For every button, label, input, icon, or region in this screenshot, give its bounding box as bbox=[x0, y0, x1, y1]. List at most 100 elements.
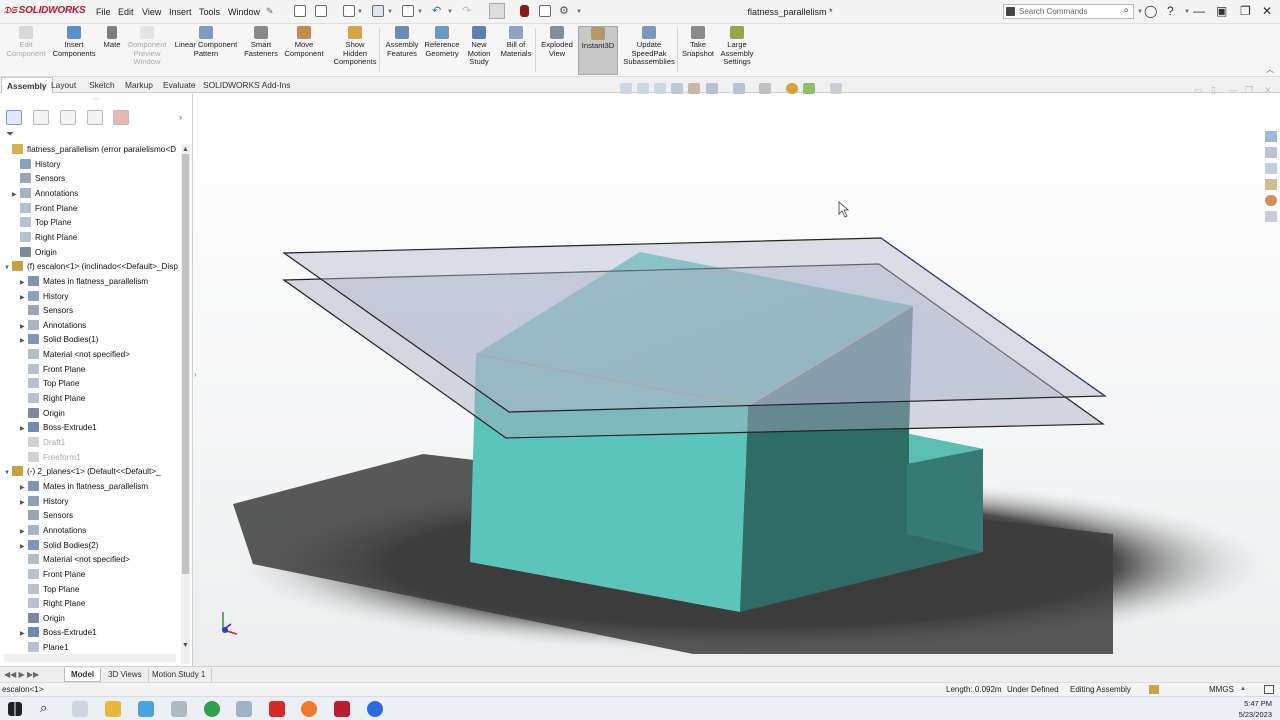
chevron-down-icon[interactable]: ▼ bbox=[447, 9, 453, 15]
display-style-icon[interactable] bbox=[733, 83, 745, 94]
tab-addins[interactable]: SOLIDWORKS Add-Ins bbox=[198, 77, 296, 93]
menu-view[interactable]: View bbox=[142, 7, 161, 17]
dynamic-annotation-icon[interactable] bbox=[688, 83, 700, 94]
tree-item[interactable]: Sensors bbox=[20, 509, 73, 523]
user-icon[interactable]: ◯ bbox=[1144, 4, 1157, 18]
snapshot-button[interactable]: Take Snapshot bbox=[680, 26, 716, 58]
speedpak-button[interactable]: Update SpeedPak Subassemblies bbox=[622, 26, 676, 67]
model-view[interactable] bbox=[193, 94, 1280, 666]
edit-appearance-icon[interactable] bbox=[786, 83, 798, 94]
view-palette-icon[interactable] bbox=[1265, 179, 1277, 190]
tab-markup[interactable]: Markup bbox=[120, 77, 158, 93]
tree-item[interactable]: Sensors bbox=[12, 172, 65, 186]
show-hidden-button[interactable]: Show Hidden Components bbox=[332, 26, 378, 67]
assembly-features-button[interactable]: Assembly Features bbox=[382, 26, 422, 58]
reference-geometry-button[interactable]: Reference Geometry bbox=[422, 26, 462, 58]
filter-icon[interactable]: ⏷ bbox=[6, 129, 14, 140]
appearances-icon[interactable] bbox=[1265, 195, 1277, 206]
tile-view-icon[interactable]: ▭ bbox=[1194, 85, 1203, 96]
tree-item[interactable]: Material <not specified> bbox=[20, 348, 130, 362]
app-icon[interactable] bbox=[171, 701, 187, 717]
expand-arrow-icon[interactable]: ▶ bbox=[20, 320, 28, 334]
tree-item[interactable]: ▶ Annotations bbox=[20, 524, 86, 538]
collapse-arrow-icon[interactable]: ▼ bbox=[4, 466, 12, 480]
menu-file[interactable]: File bbox=[96, 7, 111, 17]
open-icon[interactable] bbox=[343, 5, 355, 17]
menu-insert[interactable]: Insert bbox=[169, 7, 192, 17]
tree-item[interactable]: Top Plane bbox=[20, 583, 79, 597]
expand-arrow-icon[interactable]: ▶ bbox=[20, 540, 28, 554]
tree-item[interactable]: Front Plane bbox=[20, 363, 85, 377]
calculator-icon[interactable] bbox=[236, 701, 252, 717]
tree-item[interactable]: Sensors bbox=[20, 304, 73, 318]
chevron-down-icon[interactable]: ▼ bbox=[1184, 9, 1190, 15]
rebuild-icon[interactable] bbox=[520, 5, 529, 17]
select-icon[interactable] bbox=[489, 3, 505, 19]
acrobat-icon[interactable] bbox=[269, 701, 285, 717]
panel-grip-icon[interactable]: ⋯ bbox=[93, 96, 99, 103]
tree-item[interactable]: ▶ Mates in flatness_parallelism bbox=[20, 480, 148, 494]
solidworks-logo[interactable]: 𝔇𝔖 SOLIDWORKS bbox=[4, 5, 86, 16]
doc-close-icon[interactable]: ✕ bbox=[1264, 85, 1272, 96]
menu-tools[interactable]: Tools bbox=[199, 7, 220, 17]
exploded-view-button[interactable]: Exploded View bbox=[538, 26, 576, 58]
tree-item[interactable]: Top Plane bbox=[12, 216, 71, 230]
tree-item[interactable]: ▶ Mates in flatness_parallelism bbox=[20, 275, 148, 289]
tree-item[interactable]: ▶ History bbox=[20, 290, 68, 304]
scroll-up-icon[interactable]: ▲ bbox=[182, 146, 189, 153]
customize-status-icon[interactable] bbox=[1264, 685, 1274, 694]
tab-3d-views[interactable]: 3D Views bbox=[102, 668, 149, 682]
tree-item[interactable]: History bbox=[12, 158, 60, 172]
chrome-icon[interactable] bbox=[204, 701, 220, 717]
menu-window[interactable]: Window bbox=[228, 7, 260, 17]
scrollbar-thumb[interactable] bbox=[182, 154, 189, 574]
tab-nav-arrows-icon[interactable]: ◀◀ ▶ ▶▶ bbox=[4, 670, 39, 679]
chevron-up-icon[interactable]: ▲ bbox=[1240, 686, 1246, 692]
display-manager-tab-icon[interactable] bbox=[113, 110, 129, 125]
zoom-icon[interactable] bbox=[367, 701, 383, 717]
tree-item[interactable]: Top Plane bbox=[20, 377, 79, 391]
file-explorer-icon[interactable] bbox=[105, 701, 121, 717]
reference-plane-upper[interactable] bbox=[282, 237, 1107, 413]
chevron-down-icon[interactable]: ▼ bbox=[576, 9, 582, 15]
chevron-down-icon[interactable]: ▼ bbox=[357, 9, 363, 15]
home-icon[interactable] bbox=[294, 5, 306, 17]
hide-show-icon[interactable] bbox=[759, 83, 771, 94]
expand-arrow-icon[interactable]: ▶ bbox=[20, 627, 28, 641]
panel-collapse-icon[interactable]: › bbox=[194, 370, 197, 379]
expand-arrow-icon[interactable]: ▶ bbox=[20, 334, 28, 348]
chevron-down-icon[interactable]: ▼ bbox=[417, 9, 423, 15]
move-component-button[interactable]: Move Component bbox=[282, 26, 326, 58]
collapse-arrow-icon[interactable]: ▼ bbox=[4, 261, 12, 275]
expand-arrow-icon[interactable]: ▶ bbox=[20, 276, 28, 290]
tree-item[interactable]: Origin bbox=[20, 407, 65, 421]
tree-item[interactable]: Right Plane bbox=[12, 231, 77, 245]
design-library-icon[interactable] bbox=[1265, 147, 1277, 158]
tree-item[interactable]: Front Plane bbox=[12, 202, 77, 216]
save-icon[interactable] bbox=[372, 5, 384, 17]
unit-system[interactable]: MMGS bbox=[1209, 685, 1234, 694]
app-icon[interactable] bbox=[138, 701, 154, 717]
view-settings-icon[interactable] bbox=[830, 83, 842, 94]
previous-view-icon[interactable] bbox=[654, 83, 666, 94]
split-view-icon[interactable]: ▯ bbox=[1211, 85, 1216, 96]
pin-icon[interactable]: ✎ bbox=[266, 6, 274, 17]
file-explorer-icon[interactable] bbox=[1265, 163, 1277, 174]
tree-item[interactable]: ▶ Boss-Extrude1 bbox=[20, 421, 97, 435]
configurationmanager-tab-icon[interactable] bbox=[60, 110, 76, 125]
tree-item[interactable]: Origin bbox=[12, 246, 57, 260]
tree-item[interactable]: Freeform1 bbox=[20, 451, 81, 465]
tree-item[interactable]: ▶ Solid Bodies(1) bbox=[20, 333, 99, 347]
restore-icon[interactable]: ▣ bbox=[1216, 4, 1227, 18]
solidworks-taskbar-icon[interactable] bbox=[334, 701, 350, 717]
custom-properties-icon[interactable] bbox=[1265, 211, 1277, 222]
solidworks-resources-icon[interactable] bbox=[1265, 131, 1277, 142]
tree-horizontal-scrollbar[interactable] bbox=[4, 654, 176, 662]
expand-arrow-icon[interactable]: ▶ bbox=[12, 188, 20, 202]
tree-item[interactable]: Draft1 bbox=[20, 436, 65, 450]
expand-arrow-icon[interactable]: ▶ bbox=[20, 422, 28, 436]
new-document-icon[interactable] bbox=[315, 5, 327, 17]
search-commands-input[interactable]: Search Commands ⌕ bbox=[1003, 4, 1134, 19]
graphics-area[interactable] bbox=[193, 94, 1280, 666]
expand-arrow-icon[interactable]: ▶ bbox=[20, 291, 28, 305]
